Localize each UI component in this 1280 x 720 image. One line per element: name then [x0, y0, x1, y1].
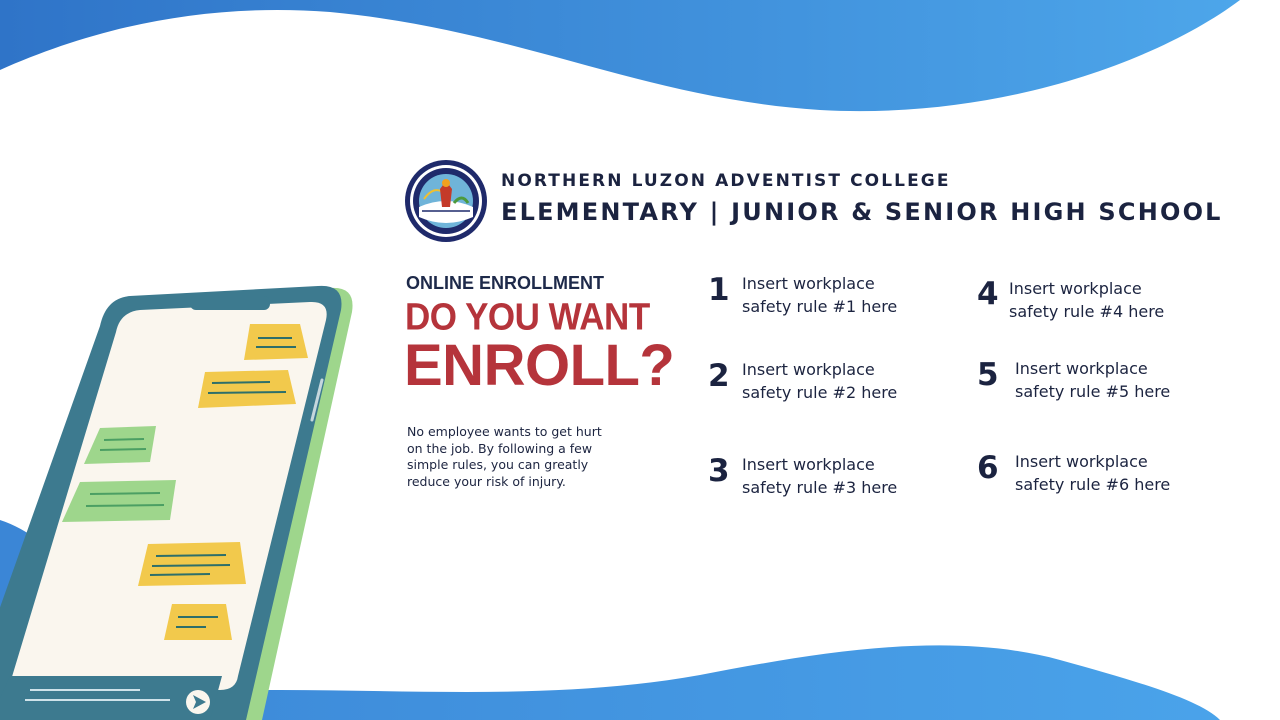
- school-divisions: ELEMENTARY | JUNIOR & SENIOR HIGH SCHOOL: [501, 198, 1223, 226]
- rule-number: 2: [708, 358, 730, 394]
- rule-line: safety rule #4 here: [1009, 302, 1165, 321]
- promo-body: No employee wants to get hurt on the job…: [407, 424, 602, 489]
- school-name: NORTHERN LUZON ADVENTIST COLLEGE: [501, 171, 951, 191]
- rule-line: safety rule #3 here: [742, 478, 898, 497]
- school-seal-icon: [405, 160, 487, 242]
- bottom-wave: [0, 520, 1220, 720]
- promo-headline-line2: ENROLL?: [404, 333, 675, 398]
- rule-line: Insert workplace: [1015, 359, 1148, 378]
- rule-line: Insert workplace: [742, 274, 875, 293]
- rule-number: 6: [977, 450, 999, 486]
- rule-line: safety rule #5 here: [1015, 382, 1171, 401]
- rule-number: 1: [708, 272, 730, 308]
- rule-line: Insert workplace: [1015, 452, 1148, 471]
- rule-line: safety rule #1 here: [742, 297, 898, 316]
- rule-number: 4: [977, 276, 999, 312]
- rule-number: 5: [977, 357, 999, 393]
- rule-line: Insert workplace: [742, 360, 875, 379]
- rule-text: Insert workplace safety rule #2 here: [742, 358, 942, 404]
- rule-text: Insert workplace safety rule #4 here: [1009, 277, 1209, 323]
- rule-number: 3: [708, 453, 730, 489]
- rule-line: Insert workplace: [1009, 279, 1142, 298]
- top-wave: [0, 0, 1240, 112]
- rule-text: Insert workplace safety rule #3 here: [742, 453, 942, 499]
- rule-text: Insert workplace safety rule #5 here: [1015, 357, 1215, 403]
- rule-text: Insert workplace safety rule #6 here: [1015, 450, 1215, 496]
- rule-line: safety rule #6 here: [1015, 475, 1171, 494]
- promo-kicker: ONLINE ENROLLMENT: [406, 273, 604, 293]
- rule-line: Insert workplace: [742, 455, 875, 474]
- school-header: NORTHERN LUZON ADVENTIST COLLEGE ELEMENT…: [501, 171, 1223, 227]
- rule-text: Insert workplace safety rule #1 here: [742, 272, 942, 318]
- rule-line: safety rule #2 here: [742, 383, 898, 402]
